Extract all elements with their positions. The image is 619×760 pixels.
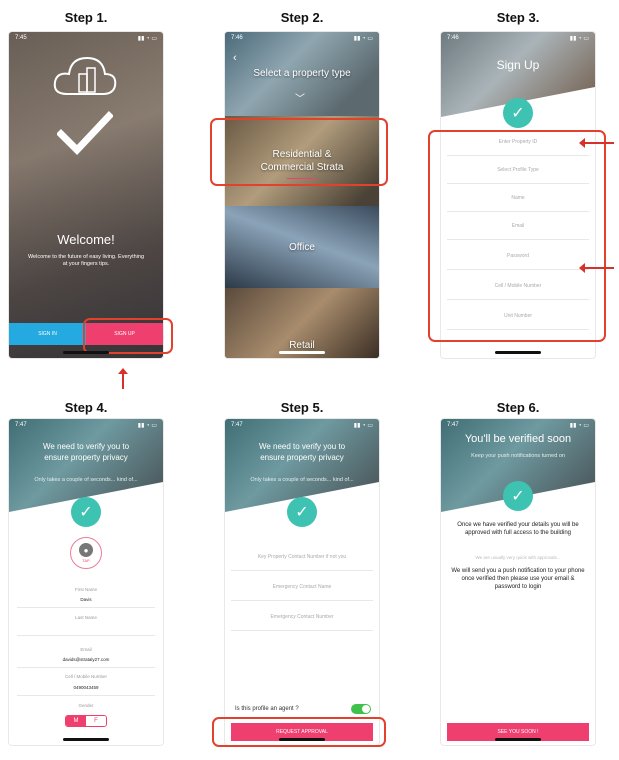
agent-question: Is this profile an agent ? (235, 706, 299, 712)
check-circle-icon: ✓ (503, 98, 533, 128)
check-circle-icon: ✓ (287, 497, 317, 527)
page-title: You'll be verified soon (464, 433, 572, 445)
cloud-building-logo-icon (53, 56, 117, 95)
signal-icon: ▮▮ ◔ ▭ (137, 36, 157, 42)
agent-toggle-row: Is this profile an agent ? (235, 704, 371, 714)
sign-up-highlight (83, 318, 173, 354)
option-office[interactable]: Office (225, 206, 379, 288)
welcome-heading: Welcome! (57, 232, 115, 247)
emergency-number-field[interactable]: Emergency Contact Number (231, 603, 373, 631)
home-indicator (495, 738, 541, 741)
status-time: 7:46 (231, 35, 243, 41)
agent-toggle[interactable] (351, 704, 371, 714)
request-approval-highlight (212, 717, 386, 747)
divider (17, 607, 155, 608)
gender-toggle: M F (65, 715, 107, 727)
sign-up-arrow (118, 368, 128, 389)
divider (17, 635, 155, 636)
home-indicator (63, 738, 109, 741)
welcome-screen: 7:45 ▮▮ ◔ ▭ Welcome! Welcome to the futur… (9, 32, 163, 358)
status-bar: 7:46 ▮▮ ◔ ▭ (447, 35, 589, 45)
key-contact-field[interactable]: Key Property Contact Number if not you (231, 543, 373, 571)
signal-icon: ▮▮ ◔ ▭ (569, 36, 589, 42)
signal-icon: ▮▮ ◔ ▭ (353, 423, 373, 429)
first-name-field[interactable]: Davis (9, 597, 163, 602)
option-label: Retail (289, 339, 315, 351)
page-subtitle: Keep your push notifications turned on (471, 453, 565, 459)
home-indicator (495, 351, 541, 354)
back-chevron-icon[interactable]: ‹ (233, 52, 237, 64)
option-retail[interactable]: Retail (225, 288, 379, 358)
sign-in-button[interactable]: SIGN IN (9, 323, 86, 345)
status-time: 7:46 (447, 35, 459, 41)
divider (17, 695, 155, 696)
form-arrow (579, 263, 614, 273)
verify-subheading: Only takes a couple of seconds... kind o… (250, 477, 354, 483)
option-label: Office (289, 241, 315, 253)
status-bar: 7:45 ▮▮ ◔ ▭ (15, 35, 157, 45)
residential-highlight (210, 118, 388, 186)
signal-icon: ▮▮ ◔ ▭ (137, 423, 157, 429)
home-indicator (63, 351, 109, 354)
divider (17, 667, 155, 668)
status-bar: 7:47 ▮▮ ◔ ▭ (15, 422, 157, 432)
status-time: 7:47 (231, 422, 243, 428)
notification-message: We will send you a push notification to … (451, 568, 585, 590)
status-time: 7:45 (15, 35, 27, 41)
home-indicator (279, 351, 325, 354)
email-label: Email (80, 647, 92, 652)
check-mark-icon (57, 111, 113, 156)
signal-icon: ▮▮ ◔ ▭ (353, 36, 373, 42)
profile-photo-button[interactable]: ● TAP (70, 537, 102, 569)
last-name-field[interactable]: Last Name (9, 615, 163, 620)
step-6-title: Step 6. (496, 400, 540, 415)
step-3-title: Step 3. (496, 10, 540, 25)
verify-heading: We need to verify you to ensure property… (258, 442, 346, 462)
status-time: 7:47 (447, 422, 459, 428)
property-type-screen: 7:46 ▮▮ ◔ ▭ ‹ Select a property type ﹀ Re… (225, 32, 379, 358)
selected-underline (287, 178, 317, 179)
verification-pending-screen: 7:47 ▮▮ ◔ ▭ You'll be verified soon Keep … (441, 419, 595, 745)
page-title: Select a property type (253, 68, 351, 79)
tap-label: TAP (82, 558, 90, 563)
approval-note: We are usually very quick with approvals… (475, 555, 561, 560)
verify-profile-screen: 7:47 ▮▮ ◔ ▭ We need to verify you to ensu… (9, 419, 163, 745)
agent-approval-screen: 7:47 ▮▮ ◔ ▭ We need to verify you to ensu… (225, 419, 379, 745)
step-5-title: Step 5. (280, 400, 324, 415)
step-1-title: Step 1. (64, 10, 108, 25)
welcome-tagline: Welcome to the future of easy living. Ev… (27, 254, 145, 267)
check-circle-icon: ✓ (71, 497, 101, 527)
mobile-field[interactable]: 0490043459 (9, 685, 163, 690)
check-circle-icon: ✓ (503, 481, 533, 511)
avatar-icon: ● (79, 543, 93, 557)
status-bar: 7:46 ▮▮ ◔ ▭ (231, 35, 373, 45)
verify-heading: We need to verify you to ensure property… (42, 442, 130, 462)
gender-label: Gender (78, 703, 94, 708)
gender-m-option[interactable]: M (66, 716, 86, 726)
approval-message: Once we have verified your details you w… (457, 522, 579, 536)
email-field[interactable]: davids@strataly27.com (9, 657, 163, 662)
mobile-label: Cell / Mobile Number (64, 674, 107, 679)
page-title: Sign Up (496, 58, 540, 72)
sign-up-form-highlight (428, 130, 606, 342)
step-4-title: Step 4. (64, 400, 108, 415)
status-time: 7:47 (15, 422, 27, 428)
chevron-down-icon: ﹀ (295, 94, 305, 105)
property-id-arrow (579, 138, 614, 148)
home-indicator (279, 738, 325, 741)
first-name-label: First Name (74, 587, 97, 592)
signal-icon: ▮▮ ◔ ▭ (569, 423, 589, 429)
status-bar: 7:47 ▮▮ ◔ ▭ (231, 422, 373, 432)
step-2-title: Step 2. (280, 10, 324, 25)
emergency-name-field[interactable]: Emergency Contact Name (231, 573, 373, 601)
status-bar: 7:47 ▮▮ ◔ ▭ (447, 422, 589, 432)
verify-subheading: Only takes a couple of seconds... kind o… (34, 477, 138, 483)
gender-f-option[interactable]: F (86, 716, 106, 726)
